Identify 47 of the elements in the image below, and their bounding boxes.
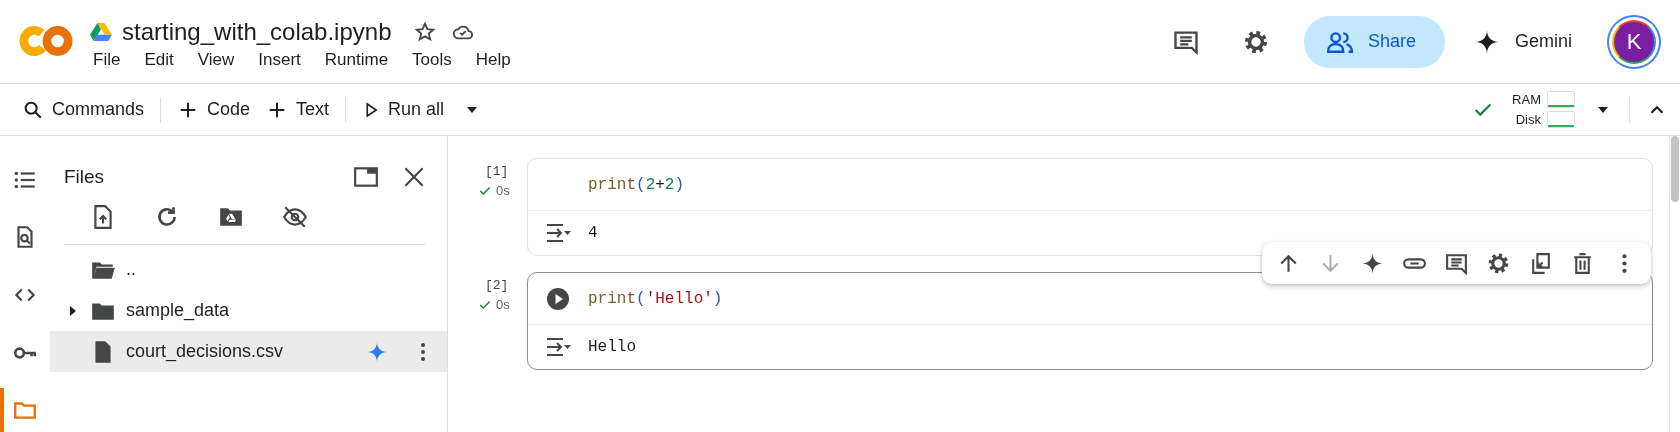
logo-icon[interactable]: [19, 24, 73, 58]
menu-item[interactable]: View: [197, 49, 235, 70]
file-row[interactable]: court_decisions.csv: [50, 331, 447, 372]
execution-count: [1]: [484, 164, 510, 179]
menu-item[interactable]: Insert: [258, 49, 301, 70]
hide-icon[interactable]: [282, 204, 308, 230]
run-cell-icon[interactable]: [546, 286, 570, 311]
menu-item[interactable]: Runtime: [324, 49, 389, 70]
menu-item[interactable]: File: [93, 49, 121, 70]
drive-icon[interactable]: [90, 21, 112, 42]
file-name: court_decisions.csv: [126, 341, 284, 362]
duration: 0s: [496, 183, 510, 198]
output-icon[interactable]: [544, 335, 572, 359]
notebook-title[interactable]: starting_with_colab.ipynb: [122, 17, 392, 46]
code-line[interactable]: print('Hello'): [588, 289, 723, 308]
cell-output: Hello: [588, 338, 636, 356]
execution-count: [2]: [484, 278, 510, 293]
run-all-button[interactable]: Run all: [354, 89, 453, 130]
file-name: ..: [126, 259, 136, 280]
sparkle-icon[interactable]: [1360, 250, 1385, 276]
menu-item[interactable]: Tools: [412, 49, 452, 70]
resource-meter[interactable]: [1547, 91, 1575, 108]
duration: 0s: [496, 297, 510, 312]
star-icon[interactable]: [413, 20, 436, 43]
file-name: sample_data: [126, 300, 230, 321]
expand-icon[interactable]: [69, 304, 77, 317]
code-line[interactable]: print(2+2): [588, 175, 685, 194]
caret-icon[interactable]: [466, 105, 479, 114]
menu-item[interactable]: Help: [475, 49, 511, 70]
cell-output: 4: [588, 224, 598, 242]
commands-button[interactable]: Commands: [14, 89, 153, 130]
add-code-button[interactable]: Code: [169, 89, 259, 130]
share-button[interactable]: Share: [1303, 15, 1445, 68]
file-row[interactable]: ..: [50, 249, 447, 290]
scrollbar[interactable]: [1671, 136, 1679, 202]
caret-icon[interactable]: [1597, 105, 1609, 114]
menu-item[interactable]: Edit: [144, 49, 174, 70]
resource-label: Disk: [1515, 112, 1541, 127]
output-icon[interactable]: [544, 221, 572, 245]
add-text-button[interactable]: Text: [258, 89, 338, 130]
window-icon[interactable]: [353, 164, 379, 190]
resource-label: RAM: [1512, 92, 1541, 107]
file-row[interactable]: sample_data: [50, 290, 447, 331]
gemini-button[interactable]: Gemini: [1467, 26, 1578, 57]
people-icon: [1325, 29, 1354, 54]
resource-meter[interactable]: [1547, 111, 1575, 128]
panel-title: Files: [64, 166, 105, 188]
